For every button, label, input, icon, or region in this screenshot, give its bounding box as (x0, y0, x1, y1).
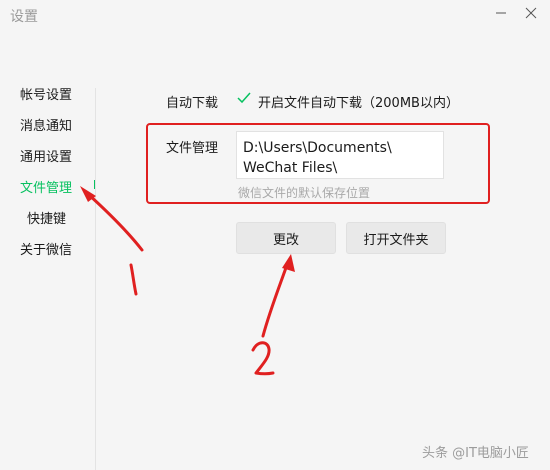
sidebar-item-account[interactable]: 帐号设置 (20, 84, 72, 103)
save-path-hint: 微信文件的默认保存位置 (238, 186, 371, 200)
annotation-mark-2 (251, 341, 275, 376)
annotation-arrow-2 (261, 254, 295, 338)
sidebar-item-shortcuts[interactable]: 快捷键 (27, 208, 66, 227)
close-icon (525, 7, 537, 19)
check-icon (237, 92, 251, 104)
file-management-label: 文件管理 (166, 141, 219, 156)
watermark: 头条 @IT电脑小匠 (422, 446, 529, 461)
annotation-arrow-1 (80, 186, 144, 252)
sidebar-divider (95, 88, 96, 470)
change-button[interactable]: 更改 (236, 222, 336, 254)
save-path-line-2: WeChat Files\ (243, 160, 338, 176)
window-title: 设置 (10, 9, 38, 25)
minimize-button[interactable] (488, 2, 514, 24)
auto-download-text[interactable]: 开启文件自动下载（200MB以内） (258, 92, 459, 111)
sidebar-item-about[interactable]: 关于微信 (20, 239, 72, 258)
save-path-line-1: D:\Users\Documents\ (243, 140, 392, 156)
annotation-mark-1 (129, 263, 138, 296)
sidebar-item-notifications[interactable]: 消息通知 (20, 115, 72, 134)
sidebar-item-general[interactable]: 通用设置 (20, 146, 72, 165)
auto-download-checkbox[interactable] (236, 90, 252, 106)
save-path-field[interactable]: D:\Users\Documents\ WeChat Files\ (236, 131, 444, 179)
open-folder-button[interactable]: 打开文件夹 (346, 222, 446, 254)
close-button[interactable] (518, 2, 544, 24)
minimize-icon (496, 12, 506, 14)
auto-download-label: 自动下载 (166, 96, 219, 111)
sidebar-item-file-management[interactable]: 文件管理 (20, 177, 72, 196)
